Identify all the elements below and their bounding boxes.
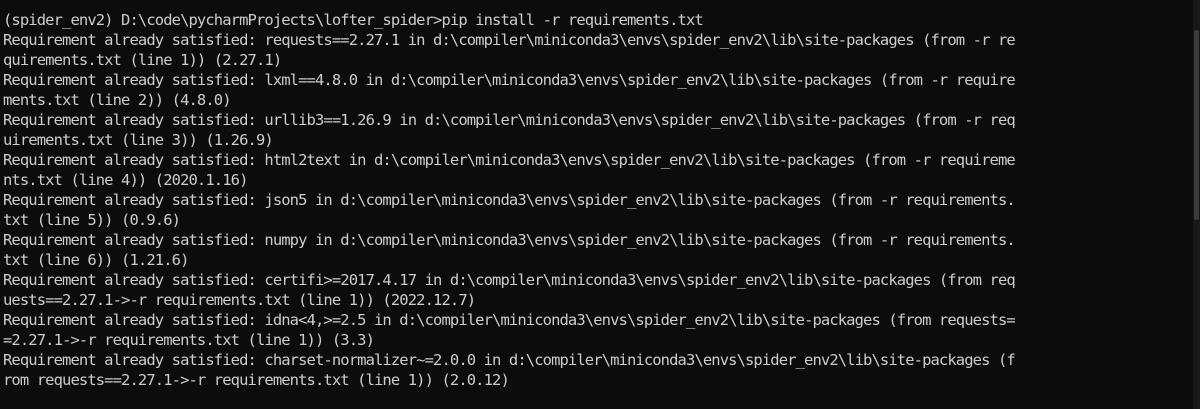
terminal-line: Requirement already satisfied: numpy in … xyxy=(3,231,1016,249)
terminal-line: Requirement already satisfied: idna<4,>=… xyxy=(3,311,1016,329)
terminal-line: Requirement already satisfied: json5 in … xyxy=(3,191,1016,209)
terminal-line: Requirement already satisfied: lxml==4.8… xyxy=(3,71,1016,89)
terminal-line: txt (line 6)) (1.21.6) xyxy=(3,251,189,269)
terminal-line: (spider_env2) D:\code\pycharmProjects\lo… xyxy=(3,11,704,29)
terminal-line: ments.txt (line 2)) (4.8.0) xyxy=(3,91,232,109)
terminal-line: Requirement already satisfied: html2text… xyxy=(3,151,1016,169)
terminal-line: =2.27.1->-r requirements.txt (line 1)) (… xyxy=(3,331,375,349)
terminal-output: (spider_env2) D:\code\pycharmProjects\lo… xyxy=(3,10,1194,390)
terminal-line: uirements.txt (line 3)) (1.26.9) xyxy=(3,131,274,149)
terminal-line: nts.txt (line 4)) (2020.1.16) xyxy=(3,171,248,189)
terminal-window[interactable]: (spider_env2) D:\code\pycharmProjects\lo… xyxy=(0,0,1200,409)
scrollbar-thumb[interactable] xyxy=(1194,30,1199,220)
terminal-line: Requirement already satisfied: requests=… xyxy=(3,31,1016,49)
terminal-line: Requirement already satisfied: charset-n… xyxy=(3,351,1016,369)
terminal-line: Requirement already satisfied: urllib3==… xyxy=(3,111,1016,129)
terminal-line: Requirement already satisfied: certifi>=… xyxy=(3,271,1016,289)
vertical-scrollbar[interactable] xyxy=(1193,0,1200,409)
terminal-line: txt (line 5)) (0.9.6) xyxy=(3,211,181,229)
terminal-line: quirements.txt (line 1)) (2.27.1) xyxy=(3,51,282,69)
terminal-line: rom requests==2.27.1->-r requirements.tx… xyxy=(3,371,510,389)
terminal-line: uests==2.27.1->-r requirements.txt (line… xyxy=(3,291,476,309)
